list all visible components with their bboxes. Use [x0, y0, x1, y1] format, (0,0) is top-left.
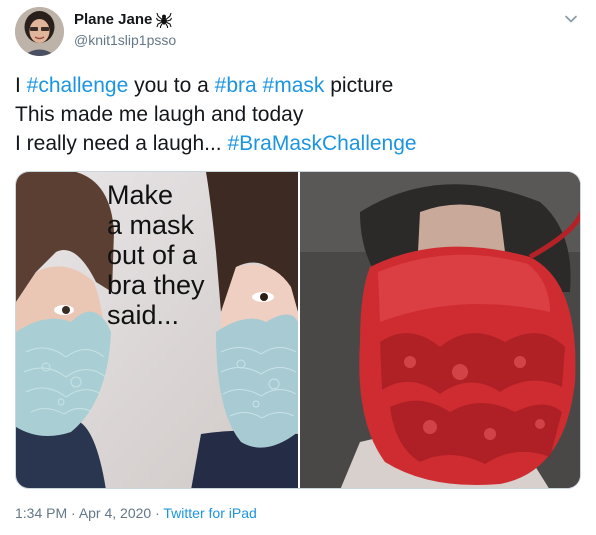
tweet-line: I #challenge you to a #bra #mask picture [15, 71, 585, 100]
tweet-text: I #challenge you to a #bra #mask picture… [15, 71, 585, 158]
tweet-time[interactable]: 1:34 PM [15, 505, 67, 521]
tweet-line: I really need a laugh... #BraMaskChallen… [15, 129, 585, 158]
spider-icon [156, 12, 173, 28]
tweet-text-segment: picture [324, 74, 394, 97]
meme-image[interactable]: Make a mask out of a bra they said... [16, 172, 298, 488]
hashtag-link[interactable]: #BraMaskChallenge [227, 132, 416, 155]
red-bra-photo[interactable] [300, 172, 580, 488]
tweet-line: This made me laugh and today [15, 100, 585, 129]
tweet-source-link[interactable]: Twitter for iPad [163, 505, 256, 521]
tweet-media[interactable]: Make a mask out of a bra they said... [15, 171, 581, 489]
red-bra-image [300, 172, 580, 488]
author-name[interactable]: Plane Jane [74, 11, 173, 28]
tweet-text-segment: I really need a laugh... [15, 132, 228, 155]
tweet-footer: 1:34 PM · Apr 4, 2020 · Twitter for iPad [15, 505, 257, 521]
author-handle[interactable]: @knit1slip1psso [74, 32, 176, 48]
hashtag-link[interactable]: #challenge [27, 74, 129, 97]
tweet-text-segment: you to a [128, 74, 215, 97]
tweet-date[interactable]: Apr 4, 2020 [79, 505, 151, 521]
author-name-text: Plane Jane [74, 11, 153, 28]
meme-caption: Make a mask out of a bra they said... [107, 180, 205, 330]
avatar[interactable] [15, 7, 64, 56]
tweet-text-segment: This made me laugh and today [15, 103, 304, 126]
footer-separator: · [151, 505, 164, 521]
hashtag-link[interactable]: #mask [263, 74, 325, 97]
tweet-text-segment: I [15, 74, 27, 97]
tweet-card: Plane Jane @knit1slip1psso I #challenge … [0, 0, 596, 535]
chevron-down-icon[interactable] [564, 12, 578, 26]
hashtag-link[interactable]: #bra [215, 74, 257, 97]
footer-separator: · [67, 505, 79, 521]
